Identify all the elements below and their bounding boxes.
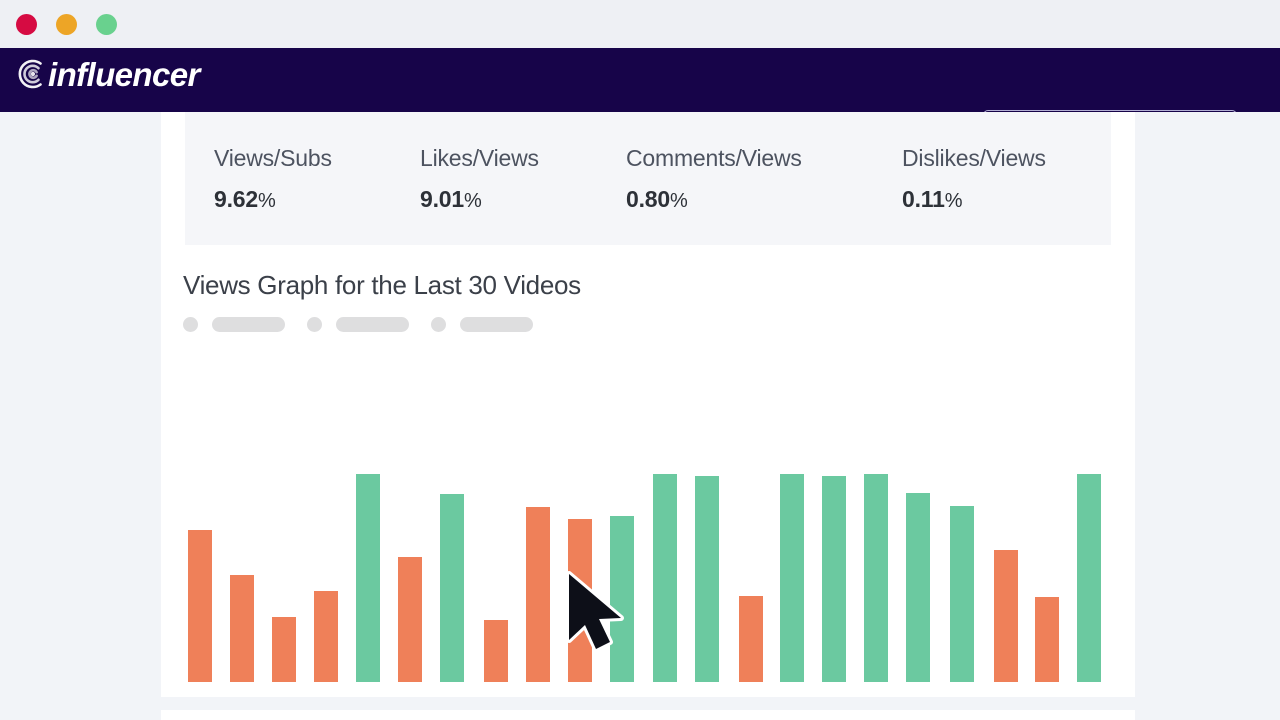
chart-legend-skeleton	[183, 317, 555, 332]
legend-swatch-icon	[307, 317, 322, 332]
stat-label: Comments/Views	[626, 144, 802, 171]
percent-sign: %	[463, 189, 482, 212]
chart-bar[interactable]	[994, 550, 1018, 682]
chart-bar[interactable]	[653, 474, 677, 682]
legend-item-1[interactable]	[183, 317, 285, 332]
views-bar-chart[interactable]	[161, 352, 1135, 697]
stat-value: 9.62%	[214, 185, 276, 212]
brand-name: influencer	[48, 55, 200, 93]
chart-bar[interactable]	[272, 617, 296, 682]
stat-value: 0.80%	[626, 185, 688, 212]
chart-bar[interactable]	[230, 575, 254, 682]
chart-bar[interactable]	[526, 507, 550, 682]
stat-label: Dislikes/Views	[902, 144, 1046, 171]
maximize-window-button[interactable]	[96, 14, 117, 35]
chart-bar[interactable]	[188, 530, 212, 682]
chart-bar[interactable]	[398, 557, 422, 682]
chart-bar[interactable]	[864, 474, 888, 682]
stat-value: 0.11%	[902, 185, 963, 212]
chart-bar[interactable]	[739, 596, 763, 682]
chart-bar[interactable]	[314, 591, 338, 682]
stat-views-subs: Views/Subs 9.62%	[185, 144, 391, 212]
stat-value: 9.01%	[420, 185, 482, 212]
legend-label-placeholder	[336, 317, 409, 332]
radar-signal-icon	[16, 57, 50, 91]
minimize-window-button[interactable]	[56, 14, 77, 35]
brand-logo[interactable]: influencer	[16, 57, 200, 91]
chart-bar[interactable]	[780, 474, 804, 682]
stat-likes-views: Likes/Views 9.01%	[391, 144, 597, 212]
legend-swatch-icon	[431, 317, 446, 332]
percent-sign: %	[257, 189, 276, 212]
chart-bar[interactable]	[568, 519, 592, 682]
views-graph-title: Views Graph for the Last 30 Videos	[183, 270, 581, 300]
stat-label: Views/Subs	[214, 144, 332, 171]
chart-bar[interactable]	[950, 506, 974, 682]
ratio-stats-panel: Views/Subs 9.62% Likes/Views 9.01% Comme…	[185, 112, 1111, 245]
chart-bar[interactable]	[484, 620, 508, 682]
next-section-card	[161, 710, 1135, 720]
app-window: influencer Views/Subs 9.62% Likes/Views …	[0, 0, 1280, 720]
chart-bar[interactable]	[610, 516, 634, 682]
legend-item-2[interactable]	[307, 317, 409, 332]
chart-bar[interactable]	[1035, 597, 1059, 682]
chart-bar[interactable]	[356, 474, 380, 682]
window-titlebar	[0, 0, 1280, 48]
legend-swatch-icon	[183, 317, 198, 332]
percent-sign: %	[669, 189, 688, 212]
window-traffic-lights	[16, 14, 117, 35]
analytics-card: Views/Subs 9.62% Likes/Views 9.01% Comme…	[161, 112, 1135, 697]
app-navbar: influencer	[0, 48, 1280, 147]
legend-label-placeholder	[460, 317, 533, 332]
stat-label: Likes/Views	[420, 144, 539, 171]
chart-bar[interactable]	[440, 494, 464, 682]
stat-dislikes-views: Dislikes/Views 0.11%	[873, 144, 1111, 212]
legend-label-placeholder	[212, 317, 285, 332]
close-window-button[interactable]	[16, 14, 37, 35]
stat-comments-views: Comments/Views 0.80%	[597, 144, 873, 212]
chart-bar[interactable]	[695, 476, 719, 682]
percent-sign: %	[944, 189, 963, 212]
chart-bar[interactable]	[822, 476, 846, 682]
chart-bar[interactable]	[906, 493, 930, 682]
chart-bar[interactable]	[1077, 474, 1101, 682]
legend-item-3[interactable]	[431, 317, 533, 332]
